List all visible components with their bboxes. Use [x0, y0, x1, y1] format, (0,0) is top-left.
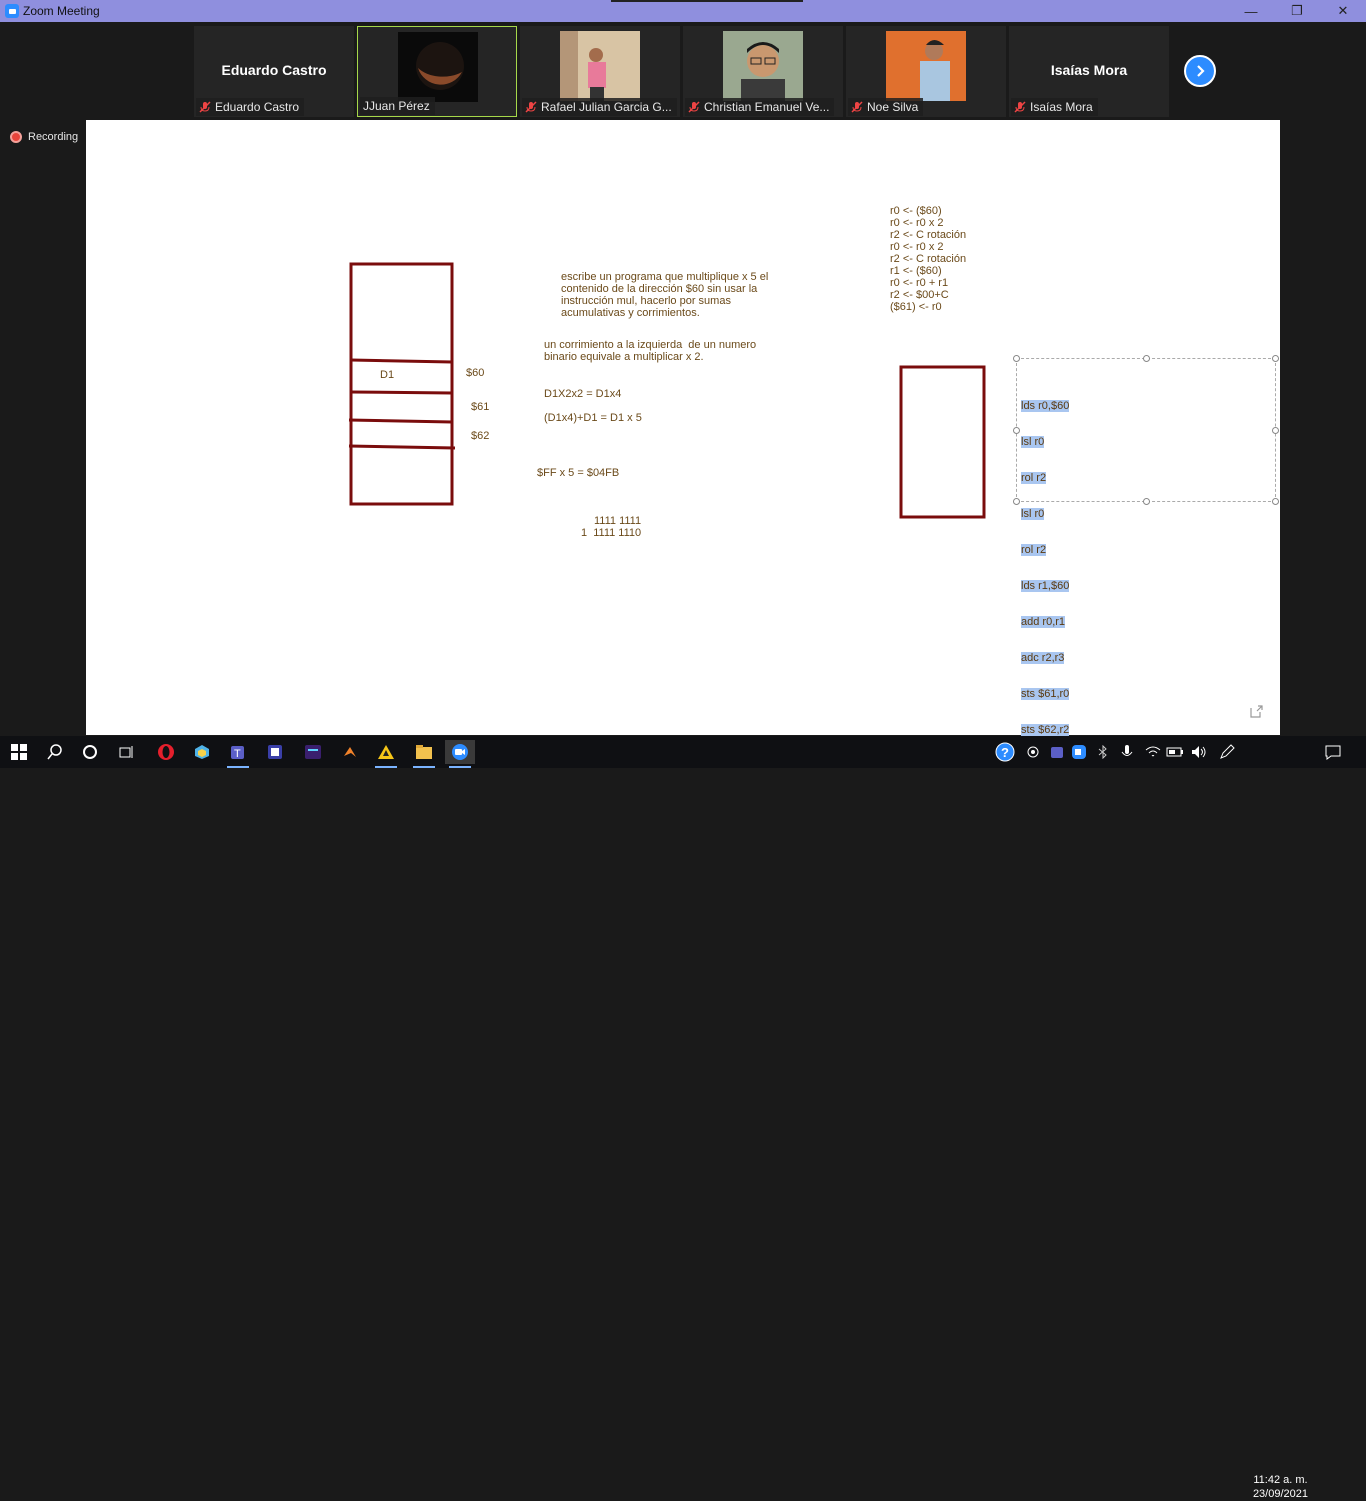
participant-tile[interactable]: Noe Silva	[846, 26, 1006, 117]
participant-label: Isaías Mora	[1011, 98, 1098, 116]
code-line: lsl r0	[1021, 436, 1045, 448]
mic-muted-icon	[1014, 101, 1026, 113]
chevron-right-icon	[1197, 65, 1205, 77]
code-line: lds r1,$60	[1021, 580, 1070, 592]
address-61-label: $61	[471, 401, 490, 413]
shared-whiteboard[interactable]: D1 $60 $61 $62 escribe un programa que m…	[86, 120, 1280, 736]
amazon-music-icon[interactable]	[298, 740, 328, 764]
memory-divider	[350, 390, 453, 395]
equation-1: D1X2x2 = D1x4	[544, 388, 622, 400]
resize-handle[interactable]	[1272, 355, 1279, 362]
task-description: escribe un programa que multiplique x 5 …	[561, 271, 769, 319]
cell-d1-label: D1	[380, 369, 395, 381]
memory-divider	[348, 418, 453, 424]
title-bar: Zoom Meeting — ❐ ✕	[0, 0, 1366, 22]
resize-handle[interactable]	[1143, 498, 1150, 505]
participant-strip: Eduardo Castro Eduardo Castro JJuan Pére…	[0, 22, 1366, 120]
shift-explanation: un corrimiento a la izquierda de un nume…	[544, 339, 757, 363]
drag-handle[interactable]	[611, 0, 803, 2]
close-button[interactable]: ✕	[1320, 0, 1366, 22]
resize-handle[interactable]	[1013, 498, 1020, 505]
equation-2: (D1x4)+D1 = D1 x 5	[544, 412, 642, 424]
code-line: lsl r0	[1021, 508, 1045, 520]
app-cube-icon[interactable]	[187, 740, 217, 764]
matlab-icon[interactable]	[335, 740, 365, 764]
participant-label: Noe Silva	[848, 98, 924, 116]
zoom-icon	[5, 4, 19, 18]
resize-handle[interactable]	[1013, 427, 1020, 434]
resize-handle[interactable]	[1143, 355, 1150, 362]
equation-3: $FF x 5 = $04FB	[537, 467, 620, 479]
resize-handle[interactable]	[1013, 355, 1020, 362]
participant-label: Christian Emanuel Ve...	[685, 98, 835, 116]
pen-icon[interactable]	[1212, 740, 1242, 764]
participant-label: Eduardo Castro	[196, 98, 305, 116]
help-icon[interactable]: ?	[990, 740, 1020, 764]
resize-handle[interactable]	[1272, 427, 1279, 434]
code-line: lds r0,$60	[1021, 400, 1070, 412]
notifications-icon[interactable]	[1318, 740, 1348, 764]
teams-icon[interactable]: T	[223, 740, 253, 768]
svg-text:?: ?	[1001, 745, 1009, 760]
memory-block-outline	[349, 262, 454, 506]
window-title: Zoom Meeting	[23, 4, 100, 18]
participant-tile[interactable]: Isaías Mora Isaías Mora	[1009, 26, 1169, 117]
mic-muted-icon	[688, 101, 700, 113]
mic-muted-icon	[525, 101, 537, 113]
participant-name: Eduardo Castro	[221, 62, 327, 78]
expand-icon[interactable]	[1248, 704, 1264, 720]
zoom-taskbar-icon[interactable]	[445, 740, 475, 768]
resize-handle[interactable]	[1272, 498, 1279, 505]
assembly-code: lds r0,$60 lsl r0 rol r2 lsl r0 rol r2 l…	[1021, 376, 1070, 760]
participant-tile[interactable]: Christian Emanuel Ve...	[683, 26, 843, 117]
next-page-button[interactable]	[1184, 55, 1216, 87]
mic-muted-icon	[851, 101, 863, 113]
windows-start-icon[interactable]	[4, 740, 34, 764]
recording-indicator[interactable]: Recording	[10, 131, 78, 143]
binary-line-1: 1111 1111	[594, 515, 642, 527]
binary-line-2: 1 1111 1110	[581, 527, 642, 539]
task-view-icon[interactable]	[111, 740, 141, 764]
address-62-label: $62	[471, 430, 490, 442]
address-60-label: $60	[466, 367, 485, 379]
memory-divider	[348, 444, 456, 450]
file-explorer-icon[interactable]	[409, 740, 439, 768]
opera-icon[interactable]	[151, 740, 181, 764]
selected-text-box[interactable]: lds r0,$60 lsl r0 rol r2 lsl r0 rol r2 l…	[1013, 355, 1279, 736]
participant-tile[interactable]: Rafael Julian Garcia G...	[520, 26, 680, 117]
code-line: adc r2,r3	[1021, 652, 1065, 664]
code-line: sts $62,r2	[1021, 724, 1070, 736]
participant-label: JJuan Pérez	[360, 97, 435, 115]
record-icon	[10, 131, 22, 143]
code-line: sts $61,r0	[1021, 688, 1070, 700]
clock-time: 11:42 a. m.	[1253, 1474, 1308, 1486]
clock-date: 23/09/2021	[1252, 1488, 1308, 1500]
participant-video	[886, 31, 966, 101]
participant-video	[560, 31, 640, 101]
participant-video	[723, 31, 803, 101]
participant-tile[interactable]: Eduardo Castro Eduardo Castro	[194, 26, 354, 117]
app-icon[interactable]	[260, 740, 290, 764]
participant-label: Rafael Julian Garcia G...	[522, 98, 677, 116]
cortana-icon[interactable]	[75, 740, 105, 764]
minimize-button[interactable]: —	[1228, 0, 1274, 22]
maximize-button[interactable]: ❐	[1274, 0, 1320, 22]
taskbar: T ? 11:42 a. m. 23/09/2021	[0, 736, 1366, 1500]
mic-muted-icon	[199, 101, 211, 113]
system-clock[interactable]: 11:42 a. m. 23/09/2021	[1253, 1473, 1308, 1501]
register-box-outline	[899, 365, 986, 519]
search-icon[interactable]	[40, 740, 70, 764]
participant-video	[398, 32, 478, 102]
participant-name: Isaías Mora	[1050, 62, 1128, 78]
code-line: rol r2	[1021, 472, 1047, 484]
volume-icon[interactable]	[1184, 740, 1214, 764]
memory-divider	[350, 358, 453, 364]
svg-text:T: T	[234, 748, 241, 760]
code-line: add r0,r1	[1021, 616, 1066, 628]
code-line: rol r2	[1021, 544, 1047, 556]
app-triangle-icon[interactable]	[371, 740, 401, 768]
pseudocode-block: r0 <- ($60) r0 <- r0 x 2 r2 <- C rotació…	[890, 205, 967, 313]
participant-tile[interactable]: JJuan Pérez	[357, 26, 517, 117]
